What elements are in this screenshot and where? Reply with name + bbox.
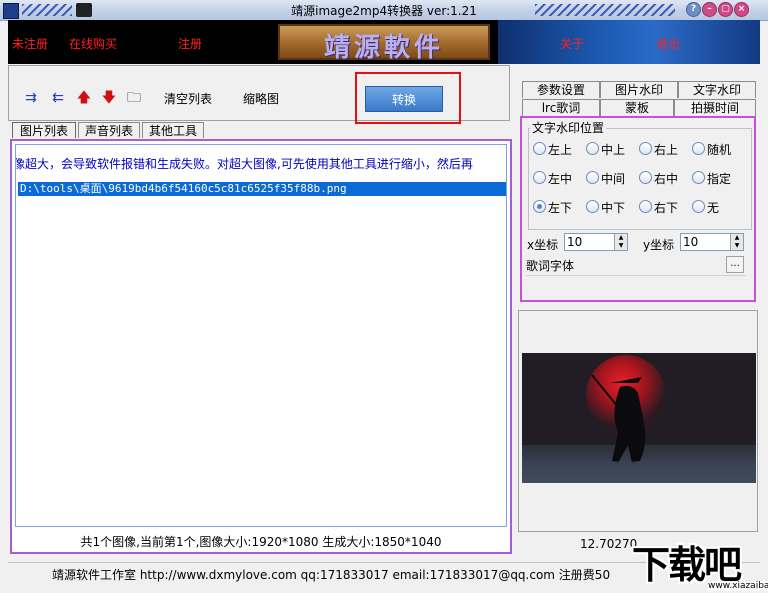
radio-top-center[interactable] — [586, 142, 599, 155]
radio-middle-right[interactable] — [639, 171, 652, 184]
tab-mask[interactable]: 蒙板 — [600, 99, 674, 116]
tab-text-watermark[interactable]: 文字水印 — [678, 81, 756, 98]
convert-button[interactable]: 转换 — [365, 86, 443, 112]
move-up-icon[interactable]: 🡅 — [76, 90, 92, 106]
open-folder-icon[interactable]: 🗀 — [126, 90, 142, 106]
minimize-button[interactable]: – — [702, 2, 717, 17]
x-coordinate-label: x坐标 — [527, 238, 559, 252]
banner: 未注册 在线购买 注册 靖源軟件 关于 退出 — [8, 20, 760, 64]
radio-bottom-center[interactable] — [586, 200, 599, 213]
tab-audio-list[interactable]: 声音列表 — [78, 122, 140, 138]
watermark-url: www.xiazaiba.com — [708, 581, 768, 591]
radio-label-top-left: 左上 — [548, 143, 573, 157]
tab-image-watermark[interactable]: 图片水印 — [600, 81, 678, 98]
close-button[interactable]: × — [734, 2, 749, 17]
y-coordinate-input[interactable]: 10 ▲ ▼ — [680, 233, 744, 251]
y-spinner-icon[interactable]: ▲ ▼ — [730, 234, 743, 250]
radio-label-bottom-right: 右下 — [654, 201, 679, 215]
radio-label-random: 随机 — [707, 143, 732, 157]
register-link[interactable]: 注册 — [178, 35, 202, 52]
x-coordinate-value: 10 — [567, 235, 583, 249]
radio-label-top-right: 右上 — [654, 143, 679, 157]
radio-label-bottom-center: 中下 — [601, 201, 626, 215]
site-watermark: 下载吧 www.xiazaiba.com — [632, 534, 768, 593]
lyrics-font-label: 歌词字体 — [526, 259, 575, 273]
radio-none[interactable] — [692, 200, 705, 213]
maximize-button[interactable]: ▢ — [718, 2, 733, 17]
image-list-panel: 像超大，会导致软件报错和生成失败。对超大图像,可先使用其他工具进行缩小，然后再 … — [10, 139, 512, 554]
logo-text: 靖源軟件 — [323, 33, 444, 63]
coordinate-readout: 12.70270 — [580, 537, 638, 551]
tab-image-list[interactable]: 图片列表 — [12, 122, 76, 138]
radio-label-custom: 指定 — [707, 172, 732, 186]
image-list[interactable]: 像超大，会导致软件报错和生成失败。对超大图像,可先使用其他工具进行缩小，然后再 … — [15, 144, 507, 527]
image-status-text: 共1个图像,当前第1个,图像大小:1920*1080 生成大小:1850*104… — [80, 535, 442, 549]
exit-link[interactable]: 退出 — [656, 35, 680, 52]
y-coordinate-label: y坐标 — [643, 238, 675, 252]
x-coordinate-input[interactable]: 10 ▲ ▼ — [564, 233, 628, 251]
radio-label-middle-left: 左中 — [548, 172, 573, 186]
banner-gradient — [498, 20, 760, 64]
y-coordinate-value: 10 — [683, 235, 699, 249]
preview-image — [522, 353, 756, 483]
font-picker-button[interactable]: ... — [726, 256, 744, 273]
remove-file-icon[interactable]: ⇇ — [50, 90, 66, 106]
list-item[interactable]: D:\tools\桌面\9619bd4b6f54160c5c81c6525f35… — [18, 182, 506, 196]
radio-top-left[interactable] — [533, 142, 546, 155]
logo: 靖源軟件 — [278, 24, 490, 63]
radio-center[interactable] — [586, 171, 599, 184]
radio-label-middle-right: 右中 — [654, 172, 679, 186]
title-stripes-right — [535, 4, 675, 16]
radio-custom[interactable] — [692, 171, 705, 184]
add-files-icon[interactable]: ⇉ — [23, 90, 39, 106]
warning-text: 像超大，会导致软件报错和生成失败。对超大图像,可先使用其他工具进行缩小，然后再 — [15, 157, 473, 171]
tab-parameter-settings[interactable]: 参数设置 — [522, 81, 600, 98]
unregistered-link[interactable]: 未注册 — [12, 35, 48, 52]
x-spinner-icon[interactable]: ▲ ▼ — [614, 234, 627, 250]
text-watermark-panel: 文字水印位置 左上 中上 右上 随机 左中 中间 右中 指定 左下 中下 右下 … — [520, 116, 756, 302]
title-bar: 靖源image2mp4转换器 ver:1.21 ? – ▢ × — [0, 0, 768, 21]
tab-other-tools[interactable]: 其他工具 — [142, 122, 204, 138]
move-down-icon[interactable]: 🡇 — [101, 90, 117, 106]
buy-online-link[interactable]: 在线购买 — [69, 35, 117, 52]
footer-text: 靖源软件工作室 http://www.dxmylove.com qq:17183… — [52, 568, 611, 582]
radio-top-right[interactable] — [639, 142, 652, 155]
help-button[interactable]: ? — [686, 2, 701, 17]
radio-label-none: 无 — [707, 201, 720, 215]
group-label: 文字水印位置 — [530, 119, 607, 136]
thumbnail-button[interactable]: 缩略图 — [243, 90, 279, 107]
about-link[interactable]: 关于 — [560, 35, 584, 52]
tab-shoot-time[interactable]: 拍摄时间 — [674, 99, 756, 116]
radio-random[interactable] — [692, 142, 705, 155]
tab-lrc-lyrics[interactable]: lrc歌词 — [522, 99, 600, 116]
radio-label-bottom-left: 左下 — [548, 201, 573, 215]
radio-label-top-center: 中上 — [601, 143, 626, 157]
radio-label-center: 中间 — [601, 172, 626, 186]
radio-bottom-left[interactable] — [533, 200, 546, 213]
radio-middle-left[interactable] — [533, 171, 546, 184]
radio-bottom-right[interactable] — [639, 200, 652, 213]
lyrics-font-field: 歌词字体 — [526, 257, 746, 276]
clear-list-button[interactable]: 清空列表 — [164, 90, 212, 107]
